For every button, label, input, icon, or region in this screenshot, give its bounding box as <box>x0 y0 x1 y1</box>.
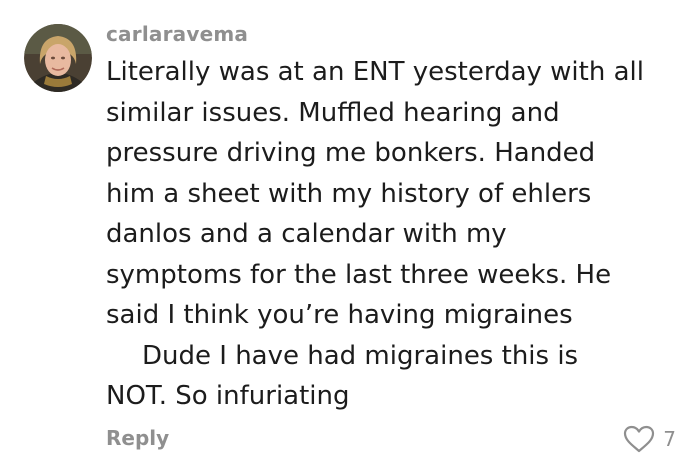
comment-text-line: said I think you’re having migraines <box>106 300 573 330</box>
username[interactable]: carlaravema <box>106 22 248 46</box>
comment-text-line: Dude I have had migraines this is <box>142 340 579 371</box>
comment-text-line: danlos and a calendar with my <box>106 219 507 249</box>
comment-text-line: symptoms for the last three weeks. He <box>106 259 612 290</box>
comment-text: Literally was at an ENT yesterday with a… <box>106 52 686 417</box>
comment-text-line: NOT. So infuriating <box>106 381 350 411</box>
comment-text-line: him a sheet with my history of ehlers <box>106 178 592 209</box>
comment-text-line-indented: Dude I have had migraines this is <box>106 336 686 377</box>
comment-text-line: pressure driving me bonkers. Handed <box>106 138 596 168</box>
comment-text-line: Literally was at an ENT yesterday with a… <box>106 57 644 87</box>
like-group: 7 <box>623 424 676 454</box>
comment-text-line: similar issues. Muffled hearing and <box>106 97 560 128</box>
avatar[interactable] <box>24 24 92 92</box>
heart-outline-icon[interactable] <box>623 425 655 453</box>
like-count: 7 <box>663 427 676 451</box>
avatar-photo-icon <box>24 24 92 92</box>
comment-card: carlaravema Literally was at an ENT yest… <box>0 0 700 471</box>
reply-button[interactable]: Reply <box>106 426 169 450</box>
